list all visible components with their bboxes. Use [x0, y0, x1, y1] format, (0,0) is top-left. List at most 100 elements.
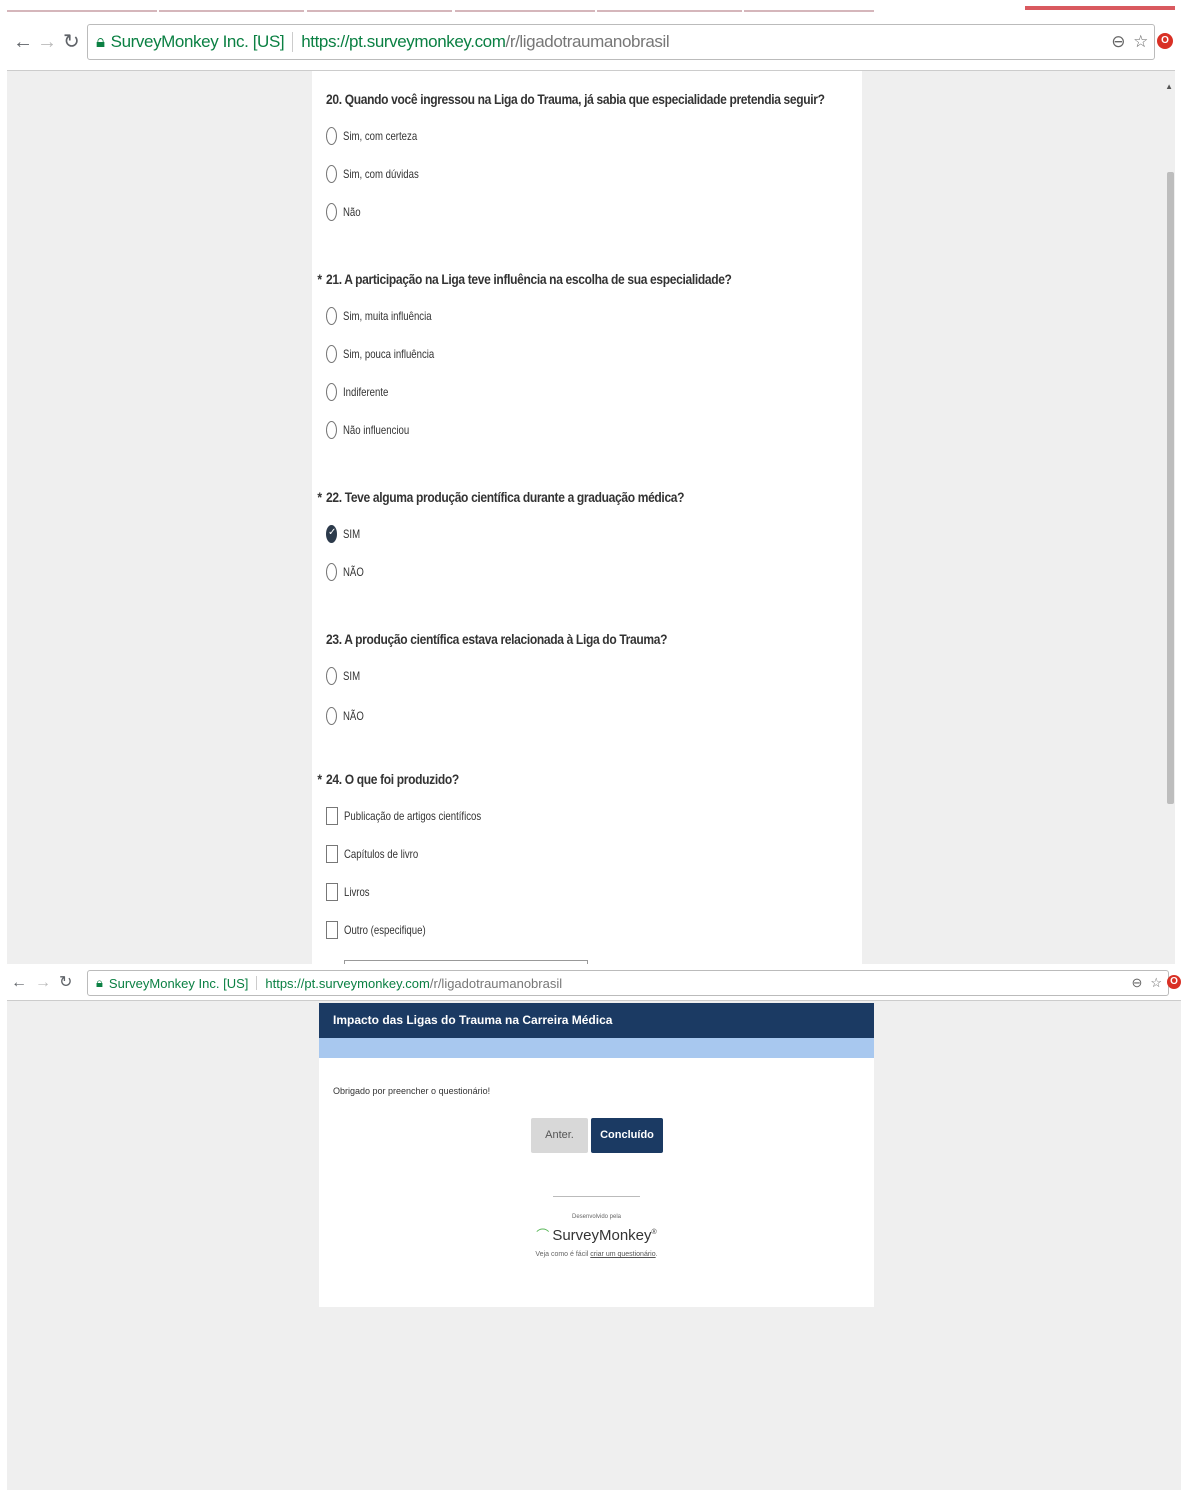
reload-icon[interactable]: ↻ [59, 973, 72, 993]
question-label: 22. Teve alguma produção científica dura… [326, 489, 685, 505]
option-label[interactable]: NÃO [343, 565, 364, 579]
checkbox[interactable] [326, 807, 338, 825]
reload-icon[interactable]: ↻ [63, 32, 80, 52]
forward-arrow-icon[interactable]: → [35, 973, 51, 993]
radio-button[interactable] [326, 707, 337, 725]
create-survey-cta: Veja como é fácil criar um questionário. [319, 1251, 874, 1258]
radio-option[interactable]: Não influenciou [326, 421, 426, 439]
previous-button[interactable]: Anter. [531, 1118, 588, 1153]
radio-button[interactable] [326, 307, 337, 325]
brand-name: SurveyMonkey [552, 1227, 652, 1244]
footer-divider [553, 1196, 640, 1197]
option-label[interactable]: NÃO [343, 709, 364, 723]
surveymonkey-logo[interactable]: ⌒ SurveyMonkey® [319, 1225, 874, 1244]
done-button[interactable]: Concluído [591, 1118, 663, 1153]
trademark-mark: ® [651, 1229, 657, 1236]
radio-option[interactable]: NÃO [326, 563, 369, 581]
site-identity[interactable]: SurveyMonkey Inc. [US] [109, 976, 248, 991]
opera-icon[interactable]: O [1167, 975, 1181, 989]
question-title: 20. Quando você ingressou na Liga do Tra… [326, 91, 825, 107]
radio-option[interactable]: NÃO [326, 707, 369, 725]
option-label[interactable]: Sim, muita influência [343, 309, 432, 323]
radio-button[interactable] [326, 165, 337, 183]
back-arrow-icon[interactable]: ← [13, 32, 33, 52]
create-survey-link[interactable]: criar um questionário [590, 1251, 655, 1258]
checkbox-option[interactable]: Publicação de artigos científicos [326, 807, 515, 825]
radio-button[interactable] [326, 383, 337, 401]
radio-option[interactable]: SIM [326, 667, 364, 685]
option-label[interactable]: Sim, com dúvidas [343, 167, 419, 181]
radio-option[interactable]: Sim, muita influência [326, 307, 454, 325]
divider [256, 975, 258, 991]
question-label: 24. O que foi produzido? [326, 771, 459, 787]
address-bar[interactable]: 🔒︎ SurveyMonkey Inc. [US] https://pt.sur… [87, 970, 1169, 996]
progress-bar [319, 1038, 874, 1058]
radio-button[interactable] [326, 203, 337, 221]
surveymonkey-logo-icon: ⌒ [536, 1228, 550, 1243]
radio-button[interactable] [326, 421, 337, 439]
question-label: 23. A produção científica estava relacio… [326, 631, 668, 647]
option-label[interactable]: SIM [343, 527, 360, 541]
question-title: 23. A produção científica estava relacio… [326, 631, 667, 647]
star-icon[interactable]: ☆ [1150, 975, 1162, 991]
url-path: /r/ligadotraumanobrasil [429, 975, 563, 991]
option-label[interactable]: Sim, com certeza [343, 129, 417, 143]
option-label[interactable]: Indiferente [343, 385, 388, 399]
zoom-icon[interactable]: ⊖ [1131, 975, 1142, 991]
required-marker: * [317, 271, 322, 287]
url-path: /r/ligadotraumanobrasil [505, 32, 670, 51]
checkbox[interactable] [326, 883, 338, 901]
star-icon[interactable]: ☆ [1133, 32, 1148, 52]
radio-option[interactable]: Não [326, 203, 365, 221]
radio-button[interactable] [326, 563, 337, 581]
other-specify-input[interactable] [344, 960, 588, 964]
question-title: * 21. A participação na Liga teve influên… [317, 271, 732, 287]
url-text[interactable]: https://pt.surveymonkey.com/r/ligadotrau… [265, 976, 562, 991]
option-label[interactable]: Capítulos de livro [344, 847, 418, 861]
opera-icon[interactable]: O [1157, 33, 1173, 49]
divider [292, 31, 294, 53]
radio-option[interactable]: Sim, com dúvidas [326, 165, 438, 183]
option-label[interactable]: Outro (especifique) [344, 923, 426, 937]
tab-active[interactable] [1025, 6, 1175, 10]
radio-button[interactable] [326, 667, 337, 685]
site-identity[interactable]: SurveyMonkey Inc. [US] [111, 32, 285, 52]
radio-button[interactable] [326, 127, 337, 145]
option-label[interactable]: SIM [343, 669, 360, 683]
required-marker: * [317, 771, 322, 787]
option-label[interactable]: Não [343, 205, 361, 219]
checkbox-option[interactable]: Capítulos de livro [326, 845, 437, 863]
radio-button[interactable] [326, 345, 337, 363]
option-label[interactable]: Livros [344, 885, 370, 899]
question-label: 20. Quando você ingressou na Liga do Tra… [326, 91, 825, 107]
back-arrow-icon[interactable]: ← [11, 973, 27, 993]
option-label[interactable]: Não influenciou [343, 423, 409, 437]
lock-icon: 🔒︎ [96, 32, 105, 51]
scrollbar-thumb[interactable] [1167, 172, 1174, 804]
question-title: * 22. Teve alguma produção científica dur… [317, 489, 685, 505]
cta-prefix: Veja como é fácil [535, 1251, 591, 1258]
checkbox[interactable] [326, 845, 338, 863]
browser-window-1: ← → ↻ 🔒︎ SurveyMonkey Inc. [US] https://… [7, 6, 1175, 964]
survey-end-page: Impacto das Ligas do Trauma na Carreira … [319, 1003, 874, 1307]
radio-option[interactable]: Sim, pouca influência [326, 345, 457, 363]
address-bar[interactable]: 🔒︎ SurveyMonkey Inc. [US] https://pt.sur… [87, 24, 1155, 60]
radio-button[interactable] [326, 525, 337, 543]
browser-toolbar: ← → ↻ 🔒︎ SurveyMonkey Inc. [US] https://… [7, 12, 1175, 71]
survey-page: 20. Quando você ingressou na Liga do Tra… [312, 71, 862, 964]
radio-option[interactable]: Indiferente [326, 383, 400, 401]
required-marker: * [317, 489, 322, 505]
option-label[interactable]: Publicação de artigos científicos [344, 809, 481, 823]
scroll-up-arrow-icon[interactable]: ▲ [1165, 82, 1173, 91]
checkbox-option[interactable]: Outro (especifique) [326, 921, 446, 939]
checkbox[interactable] [326, 921, 338, 939]
url-text[interactable]: https://pt.surveymonkey.com/r/ligadotrau… [301, 32, 669, 52]
forward-arrow-icon[interactable]: → [37, 32, 57, 52]
radio-option[interactable]: Sim, com certeza [326, 127, 436, 145]
zoom-icon[interactable]: ⊖ [1111, 32, 1125, 52]
survey-title: Impacto das Ligas do Trauma na Carreira … [319, 1003, 874, 1038]
powered-by-text: Desenvolvido pela [571, 1214, 622, 1220]
radio-option[interactable]: SIM [326, 525, 364, 543]
option-label[interactable]: Sim, pouca influência [343, 347, 434, 361]
checkbox-option[interactable]: Livros [326, 883, 376, 901]
